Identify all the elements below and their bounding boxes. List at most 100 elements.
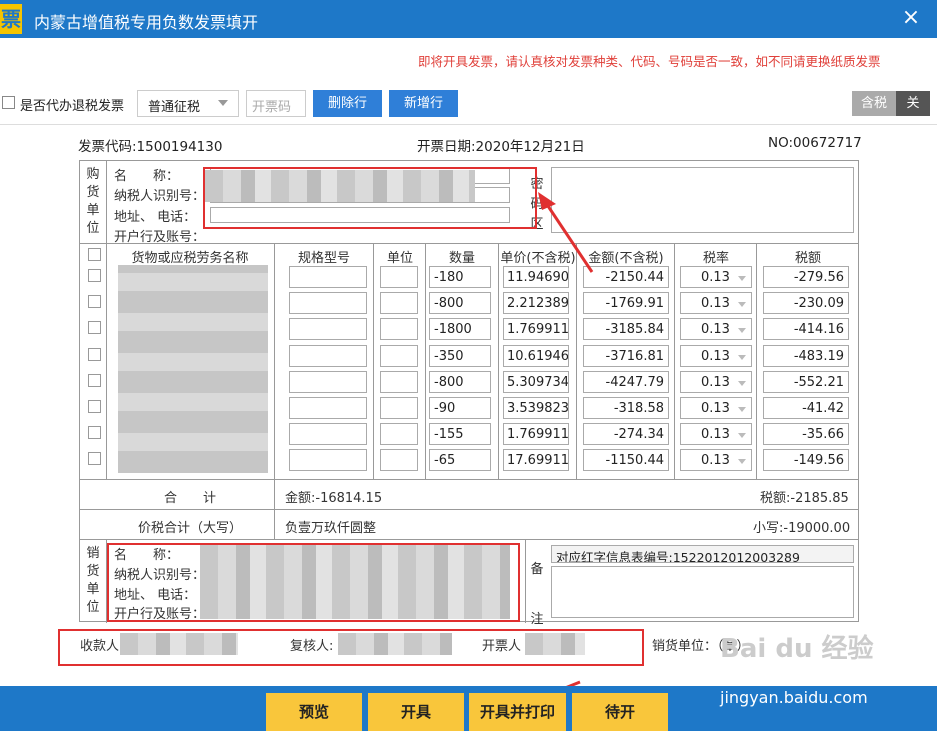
watermark-brand: Bai du 经验 xyxy=(720,634,874,664)
grand-total-small: 小写:-19000.00 xyxy=(753,521,851,536)
qty-input[interactable]: -180 xyxy=(429,266,491,288)
tax-amount-input[interactable]: -483.19 xyxy=(763,344,849,367)
select-all-checkbox[interactable] xyxy=(88,248,101,261)
annotation-arrow-icon xyxy=(538,192,594,273)
tax-rate-select[interactable]: 0.13 xyxy=(680,423,752,446)
tax-amount-input[interactable]: -149.56 xyxy=(763,449,849,472)
tax-amount-input[interactable]: -414.16 xyxy=(763,318,849,341)
issue-print-button[interactable]: 开具并打印 xyxy=(469,693,566,731)
row-checkbox[interactable] xyxy=(88,269,101,282)
qty-input[interactable]: -155 xyxy=(429,423,491,446)
tax-rate-select[interactable]: 0.13 xyxy=(680,266,752,288)
divider xyxy=(0,124,937,125)
seller-char: 货 xyxy=(86,564,100,579)
row-checkbox[interactable] xyxy=(88,295,101,309)
col-header-name: 货物或应税劳务名称 xyxy=(131,251,249,266)
qty-input[interactable]: -65 xyxy=(429,449,491,472)
delete-row-button[interactable]: 删除行 xyxy=(313,90,382,117)
tax-rate-value: 0.13 xyxy=(701,270,730,285)
amount-input[interactable]: -4247.79 xyxy=(583,370,669,393)
price-input[interactable]: 2.212389 xyxy=(503,292,569,315)
tax-amount-input[interactable]: -41.42 xyxy=(763,397,849,419)
invoice-code-input[interactable]: 开票码 xyxy=(246,90,306,117)
unit-input[interactable] xyxy=(380,266,418,288)
buyer-char: 购 xyxy=(86,167,100,182)
pending-button[interactable]: 待开 xyxy=(572,693,668,731)
spec-input[interactable] xyxy=(289,370,367,393)
spec-input[interactable] xyxy=(289,266,367,288)
row-checkbox[interactable] xyxy=(88,347,101,361)
preview-button[interactable]: 预览 xyxy=(266,693,362,731)
tax-rate-value: 0.13 xyxy=(701,374,730,390)
chevron-down-icon xyxy=(738,302,746,308)
add-row-button[interactable]: 新增行 xyxy=(389,90,458,117)
qty-input[interactable]: -90 xyxy=(429,397,491,419)
invoice-number: NO:00672717 xyxy=(768,135,862,151)
qty-input[interactable]: -800 xyxy=(429,292,491,315)
chevron-down-icon xyxy=(738,407,746,412)
tax-amount-input[interactable]: -279.56 xyxy=(763,266,849,288)
unit-input[interactable] xyxy=(380,292,418,315)
price-input[interactable]: 17.69911 xyxy=(503,449,569,472)
amount-input[interactable]: -3716.81 xyxy=(583,344,669,367)
price-input[interactable]: 5.309734 xyxy=(503,370,569,393)
buyer-char: 货 xyxy=(86,185,100,200)
price-input[interactable]: 1.769911 xyxy=(503,318,569,341)
row-checkbox[interactable] xyxy=(88,373,101,387)
unit-input[interactable] xyxy=(380,318,418,341)
spec-input[interactable] xyxy=(289,449,367,472)
seller-char: 单 xyxy=(86,582,100,597)
tax-rate-select[interactable]: 0.13 xyxy=(680,318,752,341)
agent-refund-label: 是否代办退税发票 xyxy=(20,99,125,114)
tax-amount-input[interactable]: -35.66 xyxy=(763,423,849,446)
spec-input[interactable] xyxy=(289,344,367,367)
row-checkbox[interactable] xyxy=(88,426,101,440)
row-checkbox[interactable] xyxy=(88,321,101,335)
window-title: 内蒙古增值税专用负数发票填开 xyxy=(34,13,259,32)
price-input[interactable]: 1.769911 xyxy=(503,423,569,446)
tax-excluded-toggle[interactable]: 关 xyxy=(896,91,930,116)
tax-included-toggle[interactable]: 含税 xyxy=(852,91,896,116)
qty-input[interactable]: -350 xyxy=(429,344,491,367)
price-input[interactable]: 3.539823 xyxy=(503,397,569,419)
amount-input[interactable]: -1769.91 xyxy=(583,292,669,315)
spec-input[interactable] xyxy=(289,292,367,315)
annotation-box xyxy=(203,167,537,229)
row-checkbox[interactable] xyxy=(88,452,101,466)
amount-input[interactable]: -3185.84 xyxy=(583,318,669,341)
qty-input[interactable]: -1800 xyxy=(429,318,491,341)
tax-rate-select[interactable]: 0.13 xyxy=(680,370,752,393)
unit-input[interactable] xyxy=(380,344,418,367)
col-header-unit: 单位 xyxy=(386,251,413,266)
unit-input[interactable] xyxy=(380,370,418,393)
col-header-tax: 税额 xyxy=(794,251,821,266)
invoice-logo-icon: 票 xyxy=(0,4,22,34)
remarks-textarea[interactable] xyxy=(551,566,854,618)
amount-input[interactable]: -1150.44 xyxy=(583,449,669,472)
agent-refund-checkbox[interactable] xyxy=(2,96,15,109)
amount-input[interactable]: -318.58 xyxy=(583,397,669,419)
unit-input[interactable] xyxy=(380,423,418,446)
close-icon[interactable]: × xyxy=(898,4,924,32)
spec-input[interactable] xyxy=(289,397,367,419)
annotation-box xyxy=(58,629,644,666)
unit-input[interactable] xyxy=(380,449,418,472)
tax-rate-select[interactable]: 0.13 xyxy=(680,449,752,472)
chevron-down-icon xyxy=(738,459,746,465)
tax-rate-select[interactable]: 0.13 xyxy=(680,344,752,367)
amount-input[interactable]: -274.34 xyxy=(583,423,669,446)
unit-input[interactable] xyxy=(380,397,418,419)
row-checkbox[interactable] xyxy=(88,400,101,413)
spec-input[interactable] xyxy=(289,423,367,446)
chevron-down-icon xyxy=(218,100,228,106)
tax-rate-select[interactable]: 0.13 xyxy=(680,397,752,419)
red-info-field: 对应红字信息表编号:1522012012003289 xyxy=(551,545,854,563)
issue-button[interactable]: 开具 xyxy=(368,693,464,731)
tax-amount-input[interactable]: -230.09 xyxy=(763,292,849,315)
price-input[interactable]: 10.61946 xyxy=(503,344,569,367)
tax-rate-select[interactable]: 0.13 xyxy=(680,292,752,315)
spec-input[interactable] xyxy=(289,318,367,341)
chevron-down-icon xyxy=(738,328,746,334)
tax-amount-input[interactable]: -552.21 xyxy=(763,370,849,393)
qty-input[interactable]: -800 xyxy=(429,370,491,393)
